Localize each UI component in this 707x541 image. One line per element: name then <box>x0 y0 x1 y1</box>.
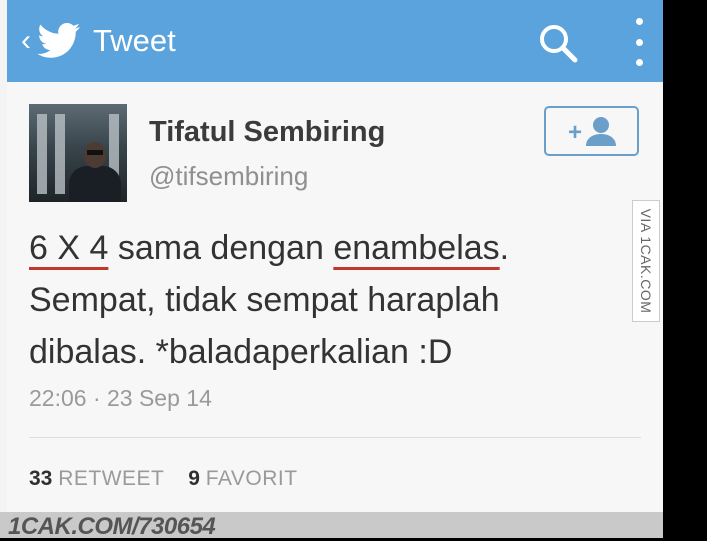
page-title: Tweet <box>93 23 176 58</box>
author-handle[interactable]: @tifsembiring <box>149 161 308 192</box>
tweet-text-part: sama dengan <box>108 229 334 267</box>
search-icon[interactable] <box>535 20 581 66</box>
add-user-icon: + <box>568 117 616 146</box>
tweet-stats: 33 RETWEET 9 FAVORIT <box>29 467 316 491</box>
twitter-screen: ‹ Tweet Tifatul Sembiring @tifsembiring … <box>0 0 663 540</box>
divider <box>29 437 641 438</box>
side-watermark-text: VIA 1CAK.COM <box>638 208 654 314</box>
tweet-timestamp: 22:06 · 23 Sep 14 <box>29 385 212 411</box>
top-bar: ‹ Tweet <box>7 0 663 82</box>
side-watermark: VIA 1CAK.COM <box>632 200 660 322</box>
tweet-text: 6 X 4 sama dengan enambelas. Sempat, tid… <box>29 222 589 378</box>
retweet-count[interactable]: 33 <box>29 467 52 490</box>
svg-text:+: + <box>568 119 582 146</box>
retweet-label[interactable]: RETWEET <box>58 467 164 490</box>
author-name[interactable]: Tifatul Sembiring <box>149 116 385 149</box>
footer-watermark-text: 1CAK.COM/730654 <box>8 513 216 540</box>
overflow-menu-icon[interactable] <box>629 18 649 66</box>
tweet-text-underlined-2: enambelas <box>333 229 500 267</box>
tweet-text-underlined-1: 6 X 4 <box>29 229 109 267</box>
avatar[interactable] <box>29 104 127 202</box>
follow-button[interactable]: + <box>544 106 639 156</box>
tweet-card: Tifatul Sembiring @tifsembiring + 6 X 4 … <box>7 82 663 512</box>
favorite-count[interactable]: 9 <box>188 467 200 490</box>
twitter-bird-icon <box>37 23 80 58</box>
back-button[interactable]: ‹ <box>21 26 31 56</box>
footer-watermark: 1CAK.COM/730654 <box>0 512 663 540</box>
favorite-label[interactable]: FAVORIT <box>206 467 298 490</box>
